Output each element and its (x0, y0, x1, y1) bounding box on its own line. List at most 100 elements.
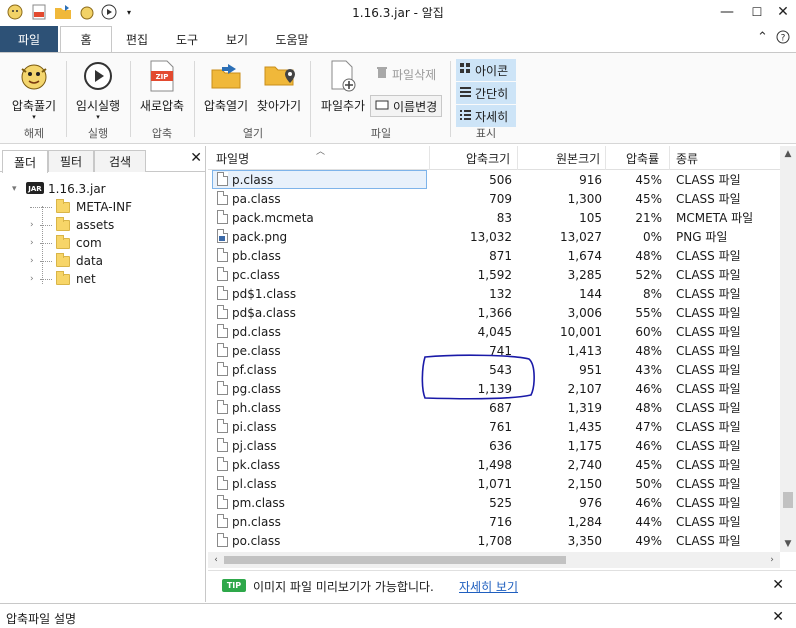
tip-detail-link[interactable]: 자세히 보기 (459, 578, 518, 595)
table-row[interactable]: pb.class 871 1,674 48% CLASS 파일 (208, 246, 780, 265)
table-row[interactable]: pj.class 636 1,175 46% CLASS 파일 (208, 436, 780, 455)
rename-button[interactable]: 이름변경 (370, 95, 443, 117)
compressed-size: 1,071 (477, 476, 512, 491)
close-comment-icon[interactable]: ✕ (772, 609, 784, 625)
original-size: 3,006 (567, 305, 602, 320)
scroll-down-icon[interactable]: ▼ (780, 536, 796, 552)
file-type: CLASS 파일 (676, 382, 741, 396)
ribbon-divider (194, 61, 195, 137)
table-row[interactable]: pack.png 13,032 13,027 0% PNG 파일 (208, 227, 780, 246)
horizontal-scrollbar[interactable]: ‹ › (208, 552, 780, 568)
collapse-arrow-icon: ▾ (12, 184, 17, 194)
column-ratio[interactable]: 압축률 (606, 146, 670, 170)
table-row[interactable]: pn.class 716 1,284 44% CLASS 파일 (208, 512, 780, 531)
tree-folder-net[interactable]: › net (30, 270, 96, 288)
compressed-size: 1,498 (477, 457, 512, 472)
table-row[interactable]: pd.class 4,045 10,001 60% CLASS 파일 (208, 322, 780, 341)
compressed-size: 132 (489, 286, 512, 301)
compressed-size: 13,032 (470, 229, 512, 244)
table-row[interactable]: pa.class 709 1,300 45% CLASS 파일 (208, 189, 780, 208)
tab-tools[interactable]: 도구 (162, 26, 212, 52)
table-row[interactable]: pd$a.class 1,366 3,006 55% CLASS 파일 (208, 303, 780, 322)
horizontal-scroll-thumb[interactable] (224, 556, 566, 564)
tab-filter[interactable]: 필터 (48, 150, 94, 172)
sort-ascending-icon: ︿ (316, 147, 326, 157)
table-row[interactable]: pack.mcmeta 83 105 21% MCMETA 파일 (208, 208, 780, 227)
tab-search[interactable]: 검색 (94, 150, 146, 172)
goto-folder-button[interactable]: 찾아가기 (252, 59, 306, 114)
table-row[interactable]: pm.class 525 976 46% CLASS 파일 (208, 493, 780, 512)
help-icon[interactable]: ? (776, 30, 790, 48)
table-row[interactable]: pl.class 1,071 2,150 50% CLASS 파일 (208, 474, 780, 493)
compression-ratio: 45% (635, 191, 662, 206)
column-original-size[interactable]: 원본크기 (518, 146, 606, 170)
scroll-left-icon[interactable]: ‹ (208, 552, 224, 568)
table-row[interactable]: po.class 1,708 3,350 49% CLASS 파일 (208, 531, 780, 550)
expand-arrow-icon[interactable]: › (30, 220, 40, 230)
tab-home[interactable]: 홈 (60, 26, 112, 52)
table-row[interactable]: pc.class 1,592 3,285 52% CLASS 파일 (208, 265, 780, 284)
table-row[interactable]: pi.class 761 1,435 47% CLASS 파일 (208, 417, 780, 436)
compressed-size: 871 (489, 248, 512, 263)
scroll-right-icon[interactable]: › (764, 552, 780, 568)
original-size: 2,740 (567, 457, 602, 472)
tree-folder-assets[interactable]: › assets (30, 216, 114, 234)
tab-view[interactable]: 보기 (212, 26, 262, 52)
tree-root[interactable]: ▾ JAR 1.16.3.jar (12, 180, 106, 198)
tree-folder-com[interactable]: › com (30, 234, 102, 252)
extract-mascot-icon (16, 59, 52, 93)
file-name: pi.class (232, 419, 277, 434)
table-row[interactable]: pd$1.class 132 144 8% CLASS 파일 (208, 284, 780, 303)
minimize-icon[interactable]: — (710, 0, 744, 24)
vertical-scrollbar[interactable]: ▲ ▼ (780, 146, 796, 552)
file-icon (217, 343, 228, 357)
tab-folder[interactable]: 폴더 (2, 150, 48, 173)
compression-ratio: 52% (635, 267, 662, 282)
expand-arrow-icon[interactable]: › (30, 256, 40, 266)
column-type[interactable]: 종류 (670, 146, 780, 170)
expand-arrow-icon[interactable]: › (30, 238, 40, 248)
tree-folder-meta-inf[interactable]: META-INF (30, 198, 132, 216)
table-row[interactable]: p.class 506 916 45% CLASS 파일 (208, 170, 780, 189)
collapse-ribbon-icon[interactable]: ⌃ (757, 30, 768, 45)
group-label-compress: 압축 (151, 127, 173, 140)
file-name: pack.png (232, 229, 288, 244)
tab-edit[interactable]: 편집 (112, 26, 162, 52)
view-simple-option[interactable]: 간단히 (456, 82, 516, 104)
file-icon (217, 210, 228, 224)
file-name: po.class (232, 533, 281, 548)
run-temp-button[interactable]: 임시실행 ▾ (72, 59, 124, 121)
file-menu-tab[interactable]: 파일 (0, 26, 58, 52)
tree-folder-data[interactable]: › data (30, 252, 103, 270)
original-size: 916 (579, 172, 602, 187)
view-detail-option[interactable]: 자세히 (456, 105, 516, 127)
close-panel-icon[interactable]: ✕ (190, 150, 202, 166)
add-file-button[interactable]: 파일추가 (316, 59, 370, 114)
expand-arrow-icon[interactable]: › (30, 274, 40, 284)
table-row[interactable]: pk.class 1,498 2,740 45% CLASS 파일 (208, 455, 780, 474)
add-file-icon (325, 59, 361, 93)
original-size: 976 (579, 495, 602, 510)
file-name: ph.class (232, 400, 281, 415)
new-archive-button[interactable]: ZIP 새로압축 (136, 59, 188, 114)
delete-file-button[interactable]: 파일삭제 (372, 63, 440, 85)
column-name[interactable]: 파일명 ︿ (208, 146, 430, 170)
file-icon (217, 267, 228, 281)
open-archive-button[interactable]: 압축열기 (200, 59, 252, 114)
scroll-up-icon[interactable]: ▲ (780, 146, 796, 162)
close-icon[interactable]: ✕ (766, 0, 796, 24)
ribbon: 압축풀기 ▾ 해제 임시실행 ▾ 실행 ZIP 새로압축 압축 압축열기 찾아가… (0, 52, 796, 144)
column-compressed-size[interactable]: 압축크기 (430, 146, 518, 170)
svg-text:?: ? (781, 34, 786, 44)
file-name: p.class (232, 172, 274, 187)
extract-button[interactable]: 압축풀기 ▾ (8, 59, 60, 121)
svg-text:ZIP: ZIP (156, 73, 169, 81)
file-name: pa.class (232, 191, 281, 206)
tab-help[interactable]: 도움말 (262, 26, 322, 52)
vertical-scroll-thumb[interactable] (783, 492, 793, 508)
grid-icon (460, 63, 471, 77)
group-label-extract: 해제 (23, 127, 45, 140)
view-icons-option[interactable]: 아이콘 (456, 59, 516, 81)
file-list-header: 파일명 ︿ 압축크기 원본크기 압축률 종류 (208, 146, 780, 170)
close-tip-icon[interactable]: ✕ (772, 577, 784, 593)
